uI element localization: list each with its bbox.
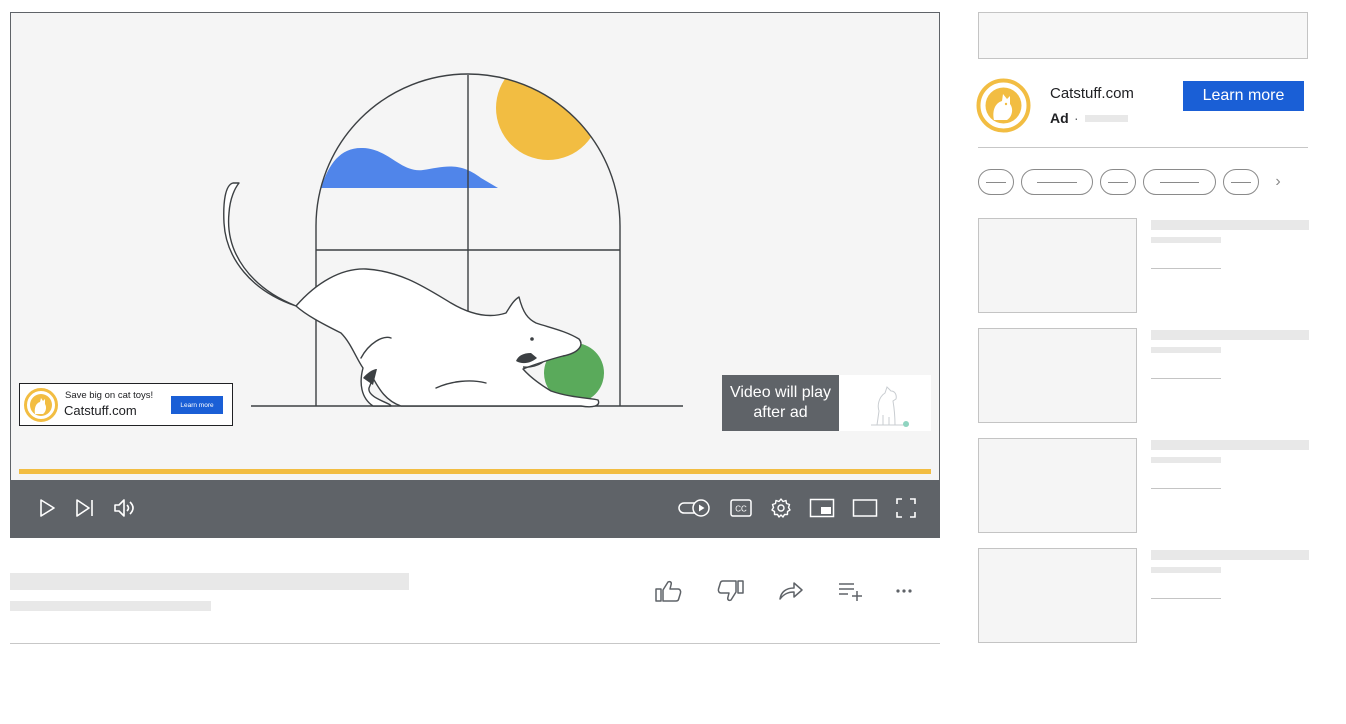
play-icon[interactable] [32, 493, 62, 523]
recommended-title-placeholder [1151, 440, 1309, 450]
dog-thumbnail-icon [871, 386, 909, 427]
recommended-video-thumbnail[interactable] [978, 438, 1137, 533]
sidebar-ad-advertiser[interactable]: Catstuff.com [1050, 85, 1134, 102]
fullscreen-icon[interactable] [891, 493, 921, 523]
filter-chip[interactable] [1223, 169, 1259, 195]
recommended-channel-placeholder [1151, 567, 1221, 573]
sidebar-learn-more-button[interactable]: Learn more [1183, 81, 1304, 111]
volume-icon[interactable] [109, 493, 139, 523]
more-icon[interactable] [886, 575, 922, 607]
autoplay-toggle-icon[interactable] [675, 493, 715, 523]
video-countdown-text: Video will play after ad [722, 375, 839, 431]
skip-next-icon[interactable] [70, 493, 100, 523]
ad-label-badge: Ad [1050, 110, 1069, 126]
dislike-icon[interactable] [713, 575, 749, 607]
miniplayer-icon[interactable] [807, 493, 837, 523]
recommended-meta-placeholder [1151, 378, 1221, 379]
player-control-bar: CC [11, 480, 939, 537]
video-title-placeholder [10, 573, 409, 590]
video-player[interactable]: Save big on cat toys! Catstuff.com Learn… [10, 12, 940, 538]
recommended-video-thumbnail[interactable] [978, 328, 1137, 423]
like-icon[interactable] [650, 575, 686, 607]
recommended-title-placeholder [1151, 220, 1309, 230]
cc-label: CC [735, 505, 747, 514]
filter-chip[interactable] [1021, 169, 1093, 195]
save-to-playlist-icon[interactable] [833, 575, 869, 607]
recommended-video-thumbnail[interactable] [978, 218, 1137, 313]
catstuff-logo-icon [976, 78, 1031, 133]
recommended-title-placeholder [1151, 330, 1309, 340]
overlay-ad-banner[interactable]: Save big on cat toys! Catstuff.com Learn… [19, 383, 233, 426]
video-actions-bar [650, 575, 930, 607]
recommended-title-placeholder [1151, 550, 1309, 560]
filter-chip[interactable] [1143, 169, 1216, 195]
recommended-video-thumbnail[interactable] [978, 548, 1137, 643]
upcoming-video-thumbnail[interactable] [839, 375, 931, 431]
recommended-meta-placeholder [1151, 598, 1221, 599]
overlay-ad-advertiser: Catstuff.com [64, 403, 137, 418]
sidebar-divider [978, 147, 1308, 148]
filter-chip[interactable] [1100, 169, 1136, 195]
ad-domain-placeholder [1085, 115, 1128, 122]
overlay-ad-learn-more-button[interactable]: Learn more [171, 396, 223, 414]
ad-label-separator: · [1074, 110, 1079, 126]
section-divider [10, 643, 940, 644]
sidebar-top-placeholder [978, 12, 1308, 59]
filter-chip[interactable] [978, 169, 1014, 195]
settings-gear-icon[interactable] [766, 493, 796, 523]
ad-progress-bar[interactable] [19, 469, 931, 474]
share-icon[interactable] [773, 575, 809, 607]
theater-mode-icon[interactable] [850, 493, 880, 523]
channel-name-placeholder [10, 601, 211, 611]
recommended-meta-placeholder [1151, 488, 1221, 489]
recommended-channel-placeholder [1151, 457, 1221, 463]
recommended-channel-placeholder [1151, 347, 1221, 353]
overlay-ad-tagline: Save big on cat toys! [65, 390, 154, 401]
chevron-right-icon[interactable]: › [1270, 172, 1286, 192]
recommended-channel-placeholder [1151, 237, 1221, 243]
closed-captions-icon[interactable]: CC [726, 493, 756, 523]
catstuff-logo-icon [24, 388, 58, 422]
recommended-meta-placeholder [1151, 268, 1221, 269]
